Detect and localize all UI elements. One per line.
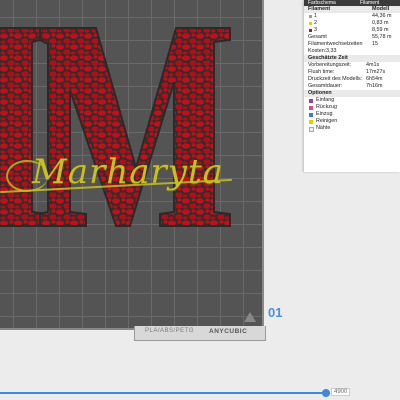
layer-slider-value: 4900 — [331, 388, 351, 396]
plate-settings-icon[interactable] — [244, 312, 256, 322]
option-row[interactable]: Reinigen — [304, 118, 400, 125]
option-checkbox[interactable] — [309, 119, 313, 124]
filament-color-swatch — [309, 29, 312, 32]
time-label: Druckzeit des Modells: — [308, 76, 363, 82]
model-column-header: Modell — [372, 6, 390, 12]
total-row: Gesamt 55,78 m — [304, 34, 400, 41]
filament-row: 1 44,36 m — [304, 13, 400, 20]
option-row[interactable]: Einfang — [304, 97, 400, 104]
option-label: Nähte — [316, 125, 331, 131]
option-label: Reinigen — [316, 118, 338, 124]
option-label: Einzug — [316, 111, 333, 117]
option-row[interactable]: Nähte — [304, 125, 400, 132]
bed-label-strip: PLA/ABS/PETG ANYCUBIC — [134, 326, 266, 341]
filament-color-swatch — [309, 15, 312, 18]
option-checkbox[interactable] — [309, 126, 314, 132]
filament-length: 8,59 m — [372, 27, 389, 33]
filament-length: 44,36 m — [372, 13, 392, 19]
filament-change-value: 15 — [372, 41, 378, 47]
filament-header: Filament — [308, 6, 331, 12]
plate-number[interactable]: 01 — [268, 305, 282, 320]
time-value: 6h54m — [366, 76, 383, 82]
option-checkbox[interactable] — [309, 105, 313, 110]
time-value: 4m1s — [366, 62, 380, 68]
option-checkbox[interactable] — [309, 98, 313, 103]
filament-length: 0,83 m — [372, 20, 389, 26]
filament-color-swatch — [309, 22, 312, 25]
letter-m-shape — [0, 27, 231, 227]
layer-slider[interactable]: 4900 — [0, 388, 400, 397]
slice-statistics-panel: Farbschema Filament Filament Modell 1 44… — [304, 0, 400, 172]
filament-number: 2 — [314, 20, 317, 26]
option-label: Rückzug — [316, 104, 337, 110]
option-checkbox[interactable] — [309, 112, 313, 117]
time-value: 7h16m — [366, 83, 383, 89]
option-label: Einfang — [316, 97, 335, 103]
3d-viewport[interactable]: Marharyta PLA/ABS/PETG ANYCUBIC 01 4900 … — [0, 0, 400, 400]
bed-material-label: PLA/ABS/PETG — [145, 328, 195, 334]
time-section-header: Geschätzte Zeit — [304, 55, 400, 62]
time-row: Druckzeit des Modells: 6h54m — [304, 76, 400, 83]
filament-row: 2 0,83 m — [304, 20, 400, 27]
filament-section-header: Filament Modell — [304, 6, 400, 13]
time-row: Vorbereitungszeit: 4m1s — [304, 62, 400, 69]
time-row: Flush time: 17m27s — [304, 69, 400, 76]
total-label: Gesamt — [308, 34, 327, 40]
time-label: Flush time: — [308, 69, 335, 75]
layer-slider-track[interactable] — [0, 392, 330, 394]
cost-value: 3,33 — [326, 48, 337, 54]
layer-slider-handle[interactable] — [322, 389, 330, 397]
filament-row: 3 8,59 m — [304, 27, 400, 34]
cost-row: Kosten: 3,33 — [304, 48, 400, 55]
cost-label: Kosten: — [308, 48, 327, 54]
filament-change-label: Filamentwechselzeiten — [308, 41, 363, 47]
time-header: Geschätzte Zeit — [308, 55, 348, 61]
options-section-header: Optionen — [304, 90, 400, 97]
filament-number: 3 — [314, 27, 317, 33]
options-header: Optionen — [308, 90, 332, 96]
model-swash — [6, 160, 48, 192]
time-row: Gesamtdauer: 7h16m — [304, 83, 400, 90]
option-row[interactable]: Rückzug — [304, 104, 400, 111]
time-label: Vorbereitungszeit: — [308, 62, 352, 68]
bed-brand-label: ANYCUBIC — [209, 328, 248, 335]
total-value: 55,78 m — [372, 34, 392, 40]
filament-number: 1 — [314, 13, 317, 19]
option-row[interactable]: Einzug — [304, 111, 400, 118]
time-value: 17m27s — [366, 69, 386, 75]
filament-change-row: Filamentwechselzeiten 15 — [304, 41, 400, 48]
time-label: Gesamtdauer: — [308, 83, 343, 89]
